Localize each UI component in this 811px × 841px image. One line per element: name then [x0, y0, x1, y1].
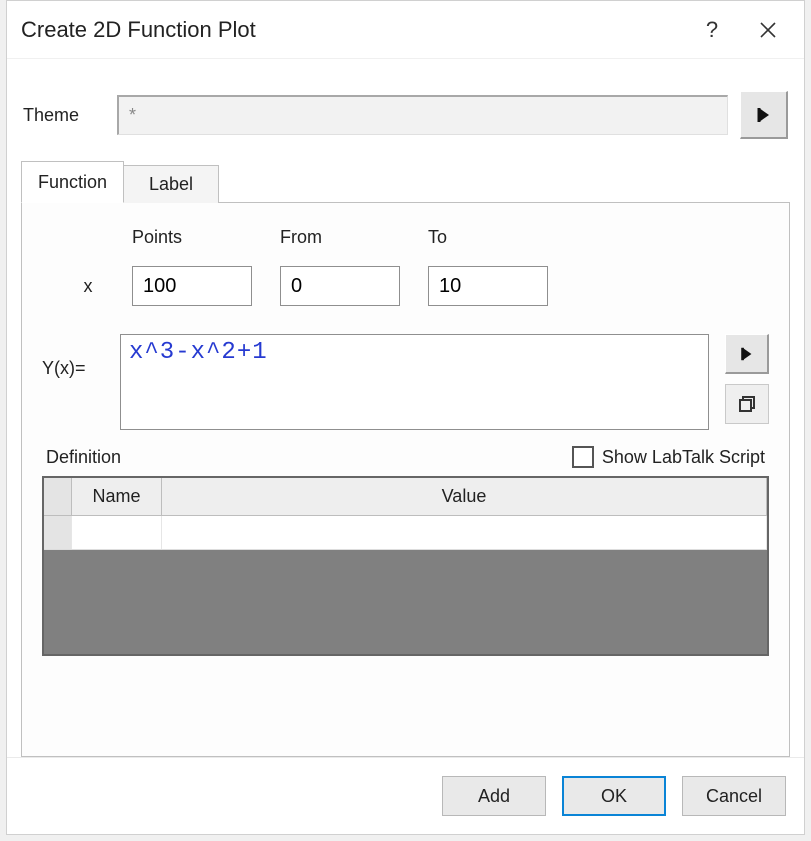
- play-icon: [755, 106, 773, 124]
- cell-value[interactable]: [162, 516, 767, 549]
- theme-label: Theme: [23, 105, 105, 126]
- tabstrip: Function Label: [21, 161, 790, 203]
- header-to: To: [428, 227, 548, 248]
- to-input[interactable]: [428, 266, 548, 306]
- row-handle[interactable]: [44, 516, 72, 549]
- y-menu-button[interactable]: [725, 334, 769, 374]
- theme-input[interactable]: *: [117, 95, 728, 135]
- ok-button[interactable]: OK: [562, 776, 666, 816]
- close-icon: [759, 21, 777, 39]
- play-icon: [739, 346, 755, 362]
- show-labtalk-label: Show LabTalk Script: [602, 447, 765, 468]
- from-input[interactable]: [280, 266, 400, 306]
- theme-value: *: [129, 105, 136, 126]
- cell-name[interactable]: [72, 516, 162, 549]
- range-headers: Points From To: [132, 227, 769, 248]
- points-input[interactable]: [132, 266, 252, 306]
- titlebar: Create 2D Function Plot ?: [7, 1, 804, 59]
- dialog-body: Theme * Function Label Points From To: [7, 59, 804, 757]
- dialog-title: Create 2D Function Plot: [21, 17, 684, 43]
- y-expression-input[interactable]: x^3-x^2+1: [120, 334, 709, 430]
- theme-menu-button[interactable]: [740, 91, 788, 139]
- grid-header-value[interactable]: Value: [162, 478, 767, 515]
- tab-function[interactable]: Function: [21, 161, 124, 203]
- grid-header: Name Value: [44, 478, 767, 516]
- header-from: From: [280, 227, 400, 248]
- definition-grid: Name Value: [42, 476, 769, 656]
- y-expression-row: Y(x)= x^3-x^2+1: [42, 334, 769, 430]
- show-labtalk-checkbox[interactable]: Show LabTalk Script: [572, 446, 765, 468]
- definition-label: Definition: [46, 447, 121, 468]
- table-row[interactable]: [44, 516, 767, 550]
- help-button[interactable]: ?: [684, 10, 740, 50]
- tab-pane-function: Points From To x Y(x)= x^3-x^2+1: [21, 202, 790, 757]
- grid-header-corner[interactable]: [44, 478, 72, 515]
- theme-row: Theme *: [23, 91, 788, 139]
- tab-label[interactable]: Label: [123, 165, 219, 203]
- cancel-button[interactable]: Cancel: [682, 776, 786, 816]
- checkbox-icon: [572, 446, 594, 468]
- add-button[interactable]: Add: [442, 776, 546, 816]
- close-button[interactable]: [740, 10, 796, 50]
- grid-empty-area: [44, 550, 767, 654]
- x-label: x: [72, 276, 104, 297]
- y-label: Y(x)=: [42, 334, 112, 379]
- grid-rows: [44, 516, 767, 550]
- dialog-buttons: Add OK Cancel: [7, 757, 804, 834]
- x-range-row: x: [72, 266, 769, 306]
- header-points: Points: [132, 227, 252, 248]
- grid-header-name[interactable]: Name: [72, 478, 162, 515]
- dialog-create-2d-function-plot: Create 2D Function Plot ? Theme * Functi…: [6, 0, 805, 835]
- show-window-icon: [737, 394, 757, 414]
- definition-row: Definition Show LabTalk Script: [46, 446, 765, 468]
- y-side-buttons: [725, 334, 769, 424]
- show-in-window-button[interactable]: [725, 384, 769, 424]
